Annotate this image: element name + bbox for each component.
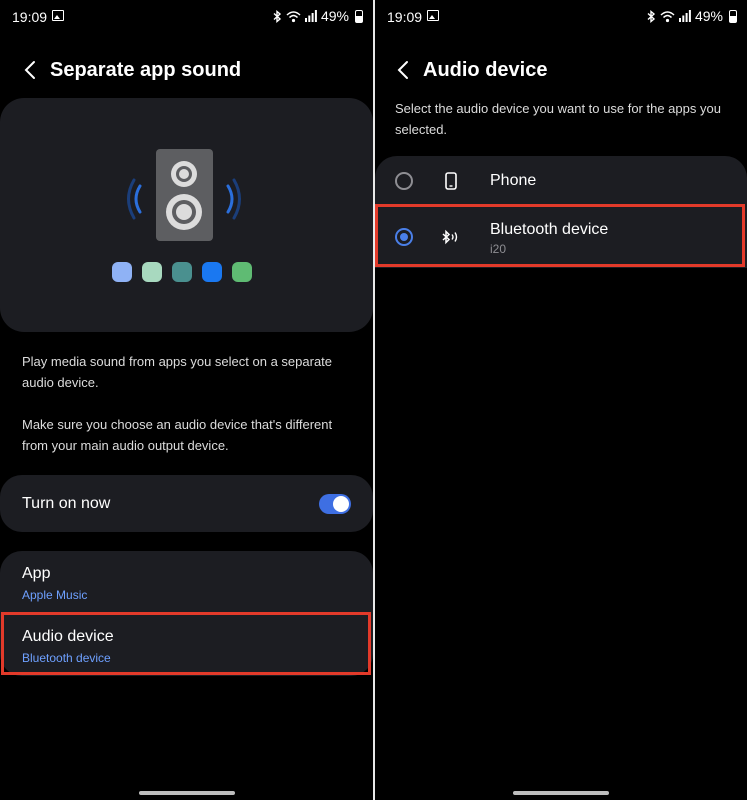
- home-indicator[interactable]: [513, 791, 609, 795]
- battery-icon: [355, 9, 363, 23]
- status-indicators: 49%: [272, 8, 363, 24]
- status-bar: 19:09 49%: [0, 0, 373, 34]
- status-time: 19:09: [387, 9, 423, 25]
- home-indicator[interactable]: [139, 791, 235, 795]
- page-title: Audio device: [423, 58, 548, 81]
- warning-text: Make sure you choose an audio device tha…: [22, 417, 333, 453]
- status-bar: 19:09 49%: [375, 0, 747, 34]
- bluetooth-status-icon: [273, 9, 282, 23]
- signal-icon: [304, 10, 317, 22]
- app-bar: Audio device: [375, 50, 747, 90]
- page-title: Separate app sound: [50, 58, 242, 81]
- audio-device-screen: 19:09 49% Audio device Select the audio …: [375, 0, 747, 800]
- bluetooth-status-icon: [647, 9, 656, 23]
- turn-on-switch[interactable]: [319, 494, 351, 514]
- speaker-icon: [112, 149, 252, 282]
- battery-percent: 49%: [320, 8, 349, 24]
- switch-knob: [333, 496, 349, 512]
- audio-device-description: Select the audio device you want to use …: [395, 101, 721, 137]
- back-icon[interactable]: [391, 58, 415, 82]
- turn-on-now-row[interactable]: Turn on now: [0, 475, 373, 532]
- app-setting-title: App: [22, 565, 51, 582]
- phone-icon: [441, 171, 461, 191]
- signal-icon: [678, 10, 691, 22]
- toggle-label: Turn on now: [22, 495, 111, 512]
- phone-option[interactable]: Phone: [375, 156, 747, 206]
- separate-app-sound-screen: 19:09 49% Separate app sound Play media …: [0, 0, 373, 800]
- wifi-icon: [286, 10, 301, 22]
- wifi-icon: [660, 10, 675, 22]
- app-bar: Separate app sound: [0, 50, 373, 90]
- back-icon[interactable]: [18, 58, 42, 82]
- status-indicators: 49%: [646, 8, 737, 24]
- description-text: Play media sound from apps you select on…: [22, 354, 333, 390]
- highlight-box: [1, 612, 371, 675]
- gallery-notification-icon: [427, 10, 439, 21]
- battery-percent: 49%: [694, 8, 723, 24]
- speaker-illustration: [0, 98, 373, 332]
- gallery-notification-icon: [52, 10, 64, 21]
- status-time: 19:09: [12, 9, 48, 25]
- app-setting-item[interactable]: App Apple Music: [0, 551, 373, 613]
- battery-icon: [729, 9, 737, 23]
- app-setting-value: Apple Music: [22, 588, 88, 602]
- highlight-box: [375, 204, 745, 267]
- phone-radio[interactable]: [395, 172, 413, 190]
- phone-option-title: Phone: [490, 172, 537, 189]
